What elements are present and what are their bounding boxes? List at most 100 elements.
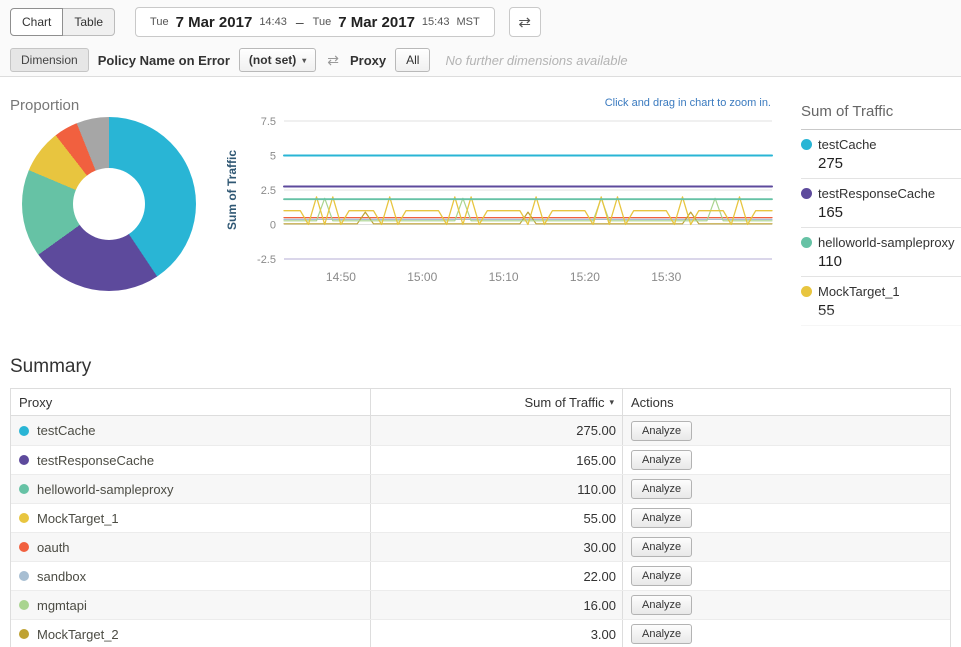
zoom-hint: Click and drag in chart to zoom in. [605,97,771,109]
actions-cell: Analyze [623,562,950,590]
proxy-color-dot [19,455,29,465]
traffic-value: 22.00 [371,562,623,590]
line-chart-area[interactable]: -2.502.557.514:5015:0015:1015:2015:30Sum… [222,107,782,307]
proxy-name: helloworld-sampleproxy [37,482,174,497]
chart-section: Proportion -2.502.557.514:5015:0015:1015… [0,77,961,342]
proxy-color-dot [19,484,29,494]
table-row: testCache275.00Analyze [11,416,950,445]
table-row: sandbox 22.00 Analyze [11,561,950,590]
date-range-separator: – [296,14,304,30]
proxy-cell: helloworld-sampleproxy [11,475,371,503]
legend-item[interactable]: testResponseCache 165 [801,179,961,228]
analyze-button[interactable]: Analyze [631,479,692,499]
proxy-color-dot [19,629,29,639]
table-tab-button[interactable]: Table [62,8,115,36]
analyze-button[interactable]: Analyze [631,595,692,615]
sum-of-traffic-header-label: Sum of Traffic [525,395,605,410]
actions-cell: Analyze [623,475,950,503]
legend-panel: Sum of Traffic testCache275testResponseC… [791,99,961,337]
proportion-donut[interactable] [22,117,196,291]
proxy-name: mgmtapi [37,598,87,613]
legend-item-label: helloworld-sampleproxy [818,235,955,250]
proportion-donut-chart[interactable] [22,117,196,291]
proxy-cell: sandbox [11,562,371,590]
table-row: helloworld-sampleproxy 110.00 Analyze [11,474,950,503]
view-toggle: Chart Table [10,8,115,36]
column-header-proxy[interactable]: Proxy [11,389,371,415]
refresh-button[interactable]: ⇄ [509,7,541,37]
x-axis-tick-label: 15:00 [407,270,437,284]
refresh-icon: ⇄ [518,13,531,31]
column-header-actions: Actions [623,389,950,415]
proxy-name: MockTarget_2 [37,627,119,642]
y-axis-tick-label: -2.5 [257,254,276,266]
proportion-label: Proportion [10,97,79,114]
table-row: MockTarget_155.00Analyze [11,503,950,532]
x-axis-tick-label: 14:50 [326,270,356,284]
chevron-down-icon: ▾ [302,56,306,65]
legend-color-dot [801,286,812,297]
table-row: mgmtapi16.00Analyze [11,590,950,619]
chart-tab-button[interactable]: Chart [10,8,63,36]
actions-cell: Analyze [623,446,950,474]
proxy-cell: MockTarget_2 [11,620,371,647]
sort-caret-icon: ▾ [609,397,614,408]
y-axis-label: Sum of Traffic [225,150,239,230]
proxy-name: testCache [37,423,96,438]
end-time: 15:43 [422,16,450,28]
analyze-button[interactable]: Analyze [631,537,692,557]
traffic-value: 165.00 [371,446,623,474]
traffic-value: 30.00 [371,533,623,561]
legend-item-label: testResponseCache [818,186,935,201]
start-day: Tue [150,16,169,28]
proxy-color-dot [19,426,29,436]
legend-item-value: 165 [818,204,961,221]
column-header-sum-of-traffic[interactable]: Sum of Traffic ▾ [371,389,623,415]
table-row: testResponseCache 165.00 Analyze [11,445,950,474]
x-axis-tick-label: 15:20 [570,270,600,284]
legend-color-dot [801,188,812,199]
analyze-button[interactable]: Analyze [631,508,692,528]
analyze-button[interactable]: Analyze [631,421,692,441]
legend-item-value: 55 [818,302,961,319]
proxy-color-dot [19,513,29,523]
proxy-name: sandbox [37,569,86,584]
proxy-name: oauth [37,540,70,555]
x-axis-tick-label: 15:10 [489,270,519,284]
summary-title: Summary [10,356,951,378]
y-axis-tick-label: 2.5 [261,185,276,197]
proxy-cell: mgmtapi [11,591,371,619]
dimension-bar: Dimension Policy Name on Error (not set)… [0,44,961,77]
analyze-button[interactable]: Analyze [631,450,692,470]
legend-title: Sum of Traffic [801,99,961,130]
legend-item[interactable]: helloworld-sampleproxy110 [801,228,961,277]
actions-cell: Analyze [623,533,950,561]
legend-item[interactable]: MockTarget_155 [801,277,961,326]
proxy-all-button[interactable]: All [395,48,430,72]
date-range-picker[interactable]: Tue 7 Mar 2017 14:43 – Tue 7 Mar 2017 15… [135,7,495,37]
legend-items: testCache275 testResponseCache 165 hellowor… [801,130,961,326]
pivot-arrows-icon[interactable]: ⇄ [325,52,341,69]
legend-color-dot [801,139,812,150]
traffic-value: 110.00 [371,475,623,503]
analyze-button[interactable]: Analyze [631,566,692,586]
proxy-cell: testResponseCache [11,446,371,474]
table-body: testCache275.00Analyze testResponseCache 1… [11,416,950,647]
legend-item[interactable]: testCache275 [801,130,961,179]
end-date: 7 Mar 2017 [338,14,415,31]
table-row: oauth 30.00 Analyze [11,532,950,561]
proxy-cell: oauth [11,533,371,561]
proxy-name: testResponseCache [37,453,154,468]
y-axis-tick-label: 0 [270,220,276,232]
traffic-line-chart[interactable]: -2.502.557.514:5015:0015:1015:2015:30Sum… [222,107,782,307]
no-dimensions-note: No further dimensions available [445,53,627,68]
policy-dimension-dropdown[interactable]: (not set) ▾ [239,48,316,72]
legend-color-dot [801,237,812,248]
legend-item-value: 275 [818,155,961,172]
analyze-button[interactable]: Analyze [631,624,692,644]
traffic-value: 3.00 [371,620,623,647]
dimension-chip: Dimension [10,48,89,72]
donut-hole [73,168,145,240]
policy-dimension-label: Policy Name on Error [98,53,230,68]
topbar: Chart Table Tue 7 Mar 2017 14:43 – Tue 7… [0,0,961,44]
